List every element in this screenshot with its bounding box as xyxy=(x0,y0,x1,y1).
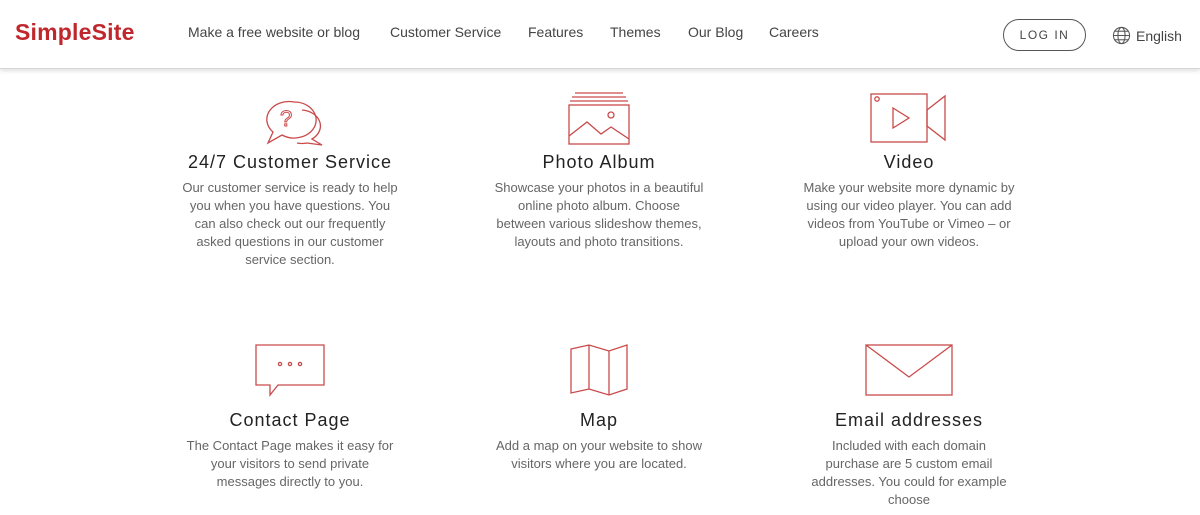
nav-themes[interactable]: Themes xyxy=(610,24,661,40)
svg-text:?: ? xyxy=(280,106,292,131)
feature-description: Our customer service is ready to help yo… xyxy=(182,180,398,267)
video-camera-icon xyxy=(870,93,946,143)
feature-description: The Contact Page makes it easy for your … xyxy=(186,438,394,489)
feature-description: Add a map on your website to show visito… xyxy=(496,438,702,471)
envelope-icon xyxy=(865,344,953,396)
language-selector[interactable]: English xyxy=(1112,26,1182,45)
chat-bubble-icon xyxy=(255,344,325,397)
feature-title: Video xyxy=(883,152,935,172)
feature-photo-album: Photo Album Showcase your photos in a be… xyxy=(469,90,729,251)
feature-contact-page: Contact Page The Contact Page makes it e… xyxy=(160,343,420,491)
nav-our-blog[interactable]: Our Blog xyxy=(688,24,743,40)
feature-title: Contact Page xyxy=(229,410,351,430)
feature-email-addresses: Email addresses Included with each domai… xyxy=(779,343,1039,509)
feature-title: Map xyxy=(579,410,618,430)
nav-careers[interactable]: Careers xyxy=(769,24,819,40)
folded-map-icon xyxy=(570,344,628,396)
feature-description: Make your website more dynamic by using … xyxy=(803,180,1015,249)
feature-map: Map Add a map on your website to show vi… xyxy=(469,343,729,473)
top-navbar: SimpleSite Make a free website or blog C… xyxy=(0,0,1200,69)
simplesite-logo[interactable]: SimpleSite xyxy=(15,19,135,46)
language-label: English xyxy=(1136,27,1182,44)
globe-icon xyxy=(1112,26,1131,45)
feature-title: Photo Album xyxy=(542,152,656,172)
nav-customer-service[interactable]: Customer Service xyxy=(390,24,501,40)
photo-album-icon xyxy=(568,92,630,145)
feature-video: Video Make your website more dynamic by … xyxy=(779,90,1039,251)
feature-title: Email addresses xyxy=(834,410,984,430)
speech-bubbles-question-icon: ? xyxy=(266,100,323,146)
feature-customer-service: ? 24/7 Customer Service Our customer ser… xyxy=(160,90,420,269)
feature-description: Showcase your photos in a beautiful onli… xyxy=(494,180,704,249)
nav-features[interactable]: Features xyxy=(528,24,583,40)
feature-description: Included with each domain purchase are 5… xyxy=(811,438,1007,507)
nav-make-free-website[interactable]: Make a free website or blog xyxy=(188,24,360,40)
feature-title: 24/7 Customer Service xyxy=(187,152,393,172)
login-button[interactable]: LOG IN xyxy=(1003,19,1086,51)
